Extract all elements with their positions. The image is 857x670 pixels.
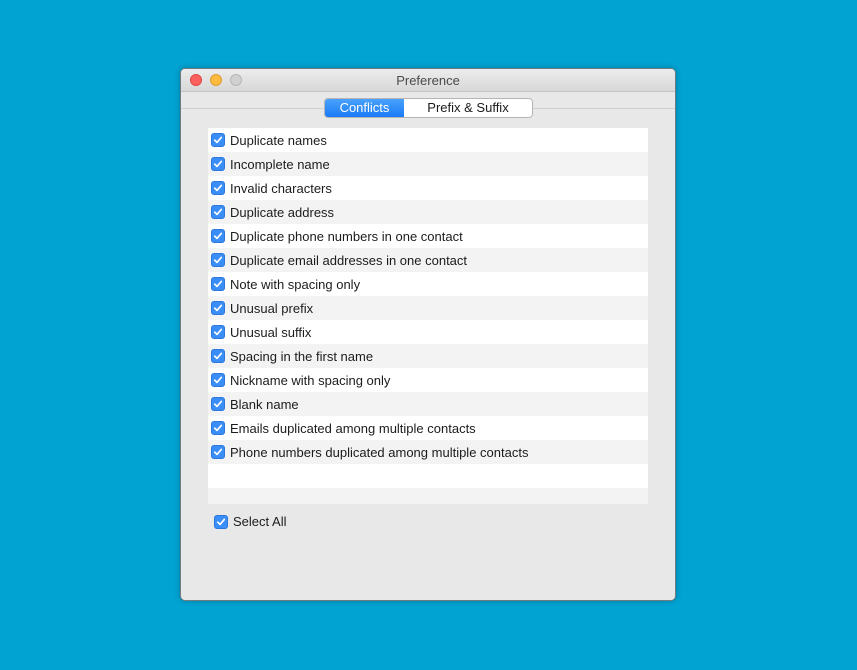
list-item-label: Incomplete name	[230, 156, 330, 172]
checkbox-checked-icon[interactable]	[211, 421, 225, 435]
list-item-label: Nickname with spacing only	[230, 372, 391, 388]
list-item-label: Blank name	[230, 396, 299, 412]
title-bar: Preference	[181, 69, 675, 92]
empty-row	[208, 488, 648, 504]
tab-prefix-suffix[interactable]: Prefix & Suffix	[404, 99, 532, 117]
checkbox-checked-icon[interactable]	[211, 277, 225, 291]
list-item[interactable]: Spacing in the first name	[208, 344, 648, 368]
checkbox-checked-icon[interactable]	[211, 349, 225, 363]
list-item[interactable]: Duplicate phone numbers in one contact	[208, 224, 648, 248]
list-item-label: Spacing in the first name	[230, 348, 374, 364]
list-item-label: Unusual suffix	[230, 324, 312, 340]
checkbox-checked-icon[interactable]	[211, 181, 225, 195]
tab-control: Conflicts Prefix & Suffix	[324, 98, 533, 118]
select-all-label: Select All	[233, 514, 287, 529]
select-all-checkbox[interactable]: Select All	[214, 514, 286, 529]
checkbox-checked-icon[interactable]	[211, 157, 225, 171]
list-item[interactable]: Unusual suffix	[208, 320, 648, 344]
list-item-label: Unusual prefix	[230, 300, 314, 316]
checkbox-checked-icon[interactable]	[211, 229, 225, 243]
checkbox-checked-icon[interactable]	[211, 445, 225, 459]
checkbox-checked-icon[interactable]	[211, 301, 225, 315]
list-item-label: Duplicate names	[230, 132, 327, 148]
list-item[interactable]: Nickname with spacing only	[208, 368, 648, 392]
list-item[interactable]: Duplicate address	[208, 200, 648, 224]
list-item-label: Emails duplicated among multiple contact…	[230, 420, 476, 436]
preference-window: Preference Conflicts Prefix & Suffix Dup…	[180, 68, 676, 601]
list-item[interactable]: Note with spacing only	[208, 272, 648, 296]
checkbox-checked-icon[interactable]	[211, 325, 225, 339]
checkbox-checked-icon[interactable]	[211, 373, 225, 387]
window-title: Preference	[396, 73, 460, 88]
tab-conflicts[interactable]: Conflicts	[325, 99, 404, 117]
list-item-label: Duplicate email addresses in one contact	[230, 252, 468, 268]
list-item[interactable]: Unusual prefix	[208, 296, 648, 320]
list-item-label: Invalid characters	[230, 180, 332, 196]
list-item[interactable]: Incomplete name	[208, 152, 648, 176]
list-item[interactable]: Phone numbers duplicated among multiple …	[208, 440, 648, 464]
conflicts-list[interactable]: Duplicate names Incomplete name Invalid ch…	[208, 128, 648, 504]
list-item-label: Duplicate phone numbers in one contact	[230, 228, 463, 244]
checkbox-checked-icon[interactable]	[211, 205, 225, 219]
list-item-label: Note with spacing only	[230, 276, 361, 292]
list-item[interactable]: Invalid characters	[208, 176, 648, 200]
list-item-label: Phone numbers duplicated among multiple …	[230, 444, 529, 460]
checkbox-checked-icon[interactable]	[214, 514, 228, 529]
list-item[interactable]: Duplicate names	[208, 128, 648, 152]
list-item[interactable]: Blank name	[208, 392, 648, 416]
list-item-label: Duplicate address	[230, 204, 335, 220]
list-item[interactable]: Emails duplicated among multiple contact…	[208, 416, 648, 440]
empty-row	[208, 464, 648, 488]
checkbox-checked-icon[interactable]	[211, 397, 225, 411]
list-item[interactable]: Duplicate email addresses in one contact	[208, 248, 648, 272]
checkbox-checked-icon[interactable]	[211, 253, 225, 267]
checkbox-checked-icon[interactable]	[211, 133, 225, 147]
